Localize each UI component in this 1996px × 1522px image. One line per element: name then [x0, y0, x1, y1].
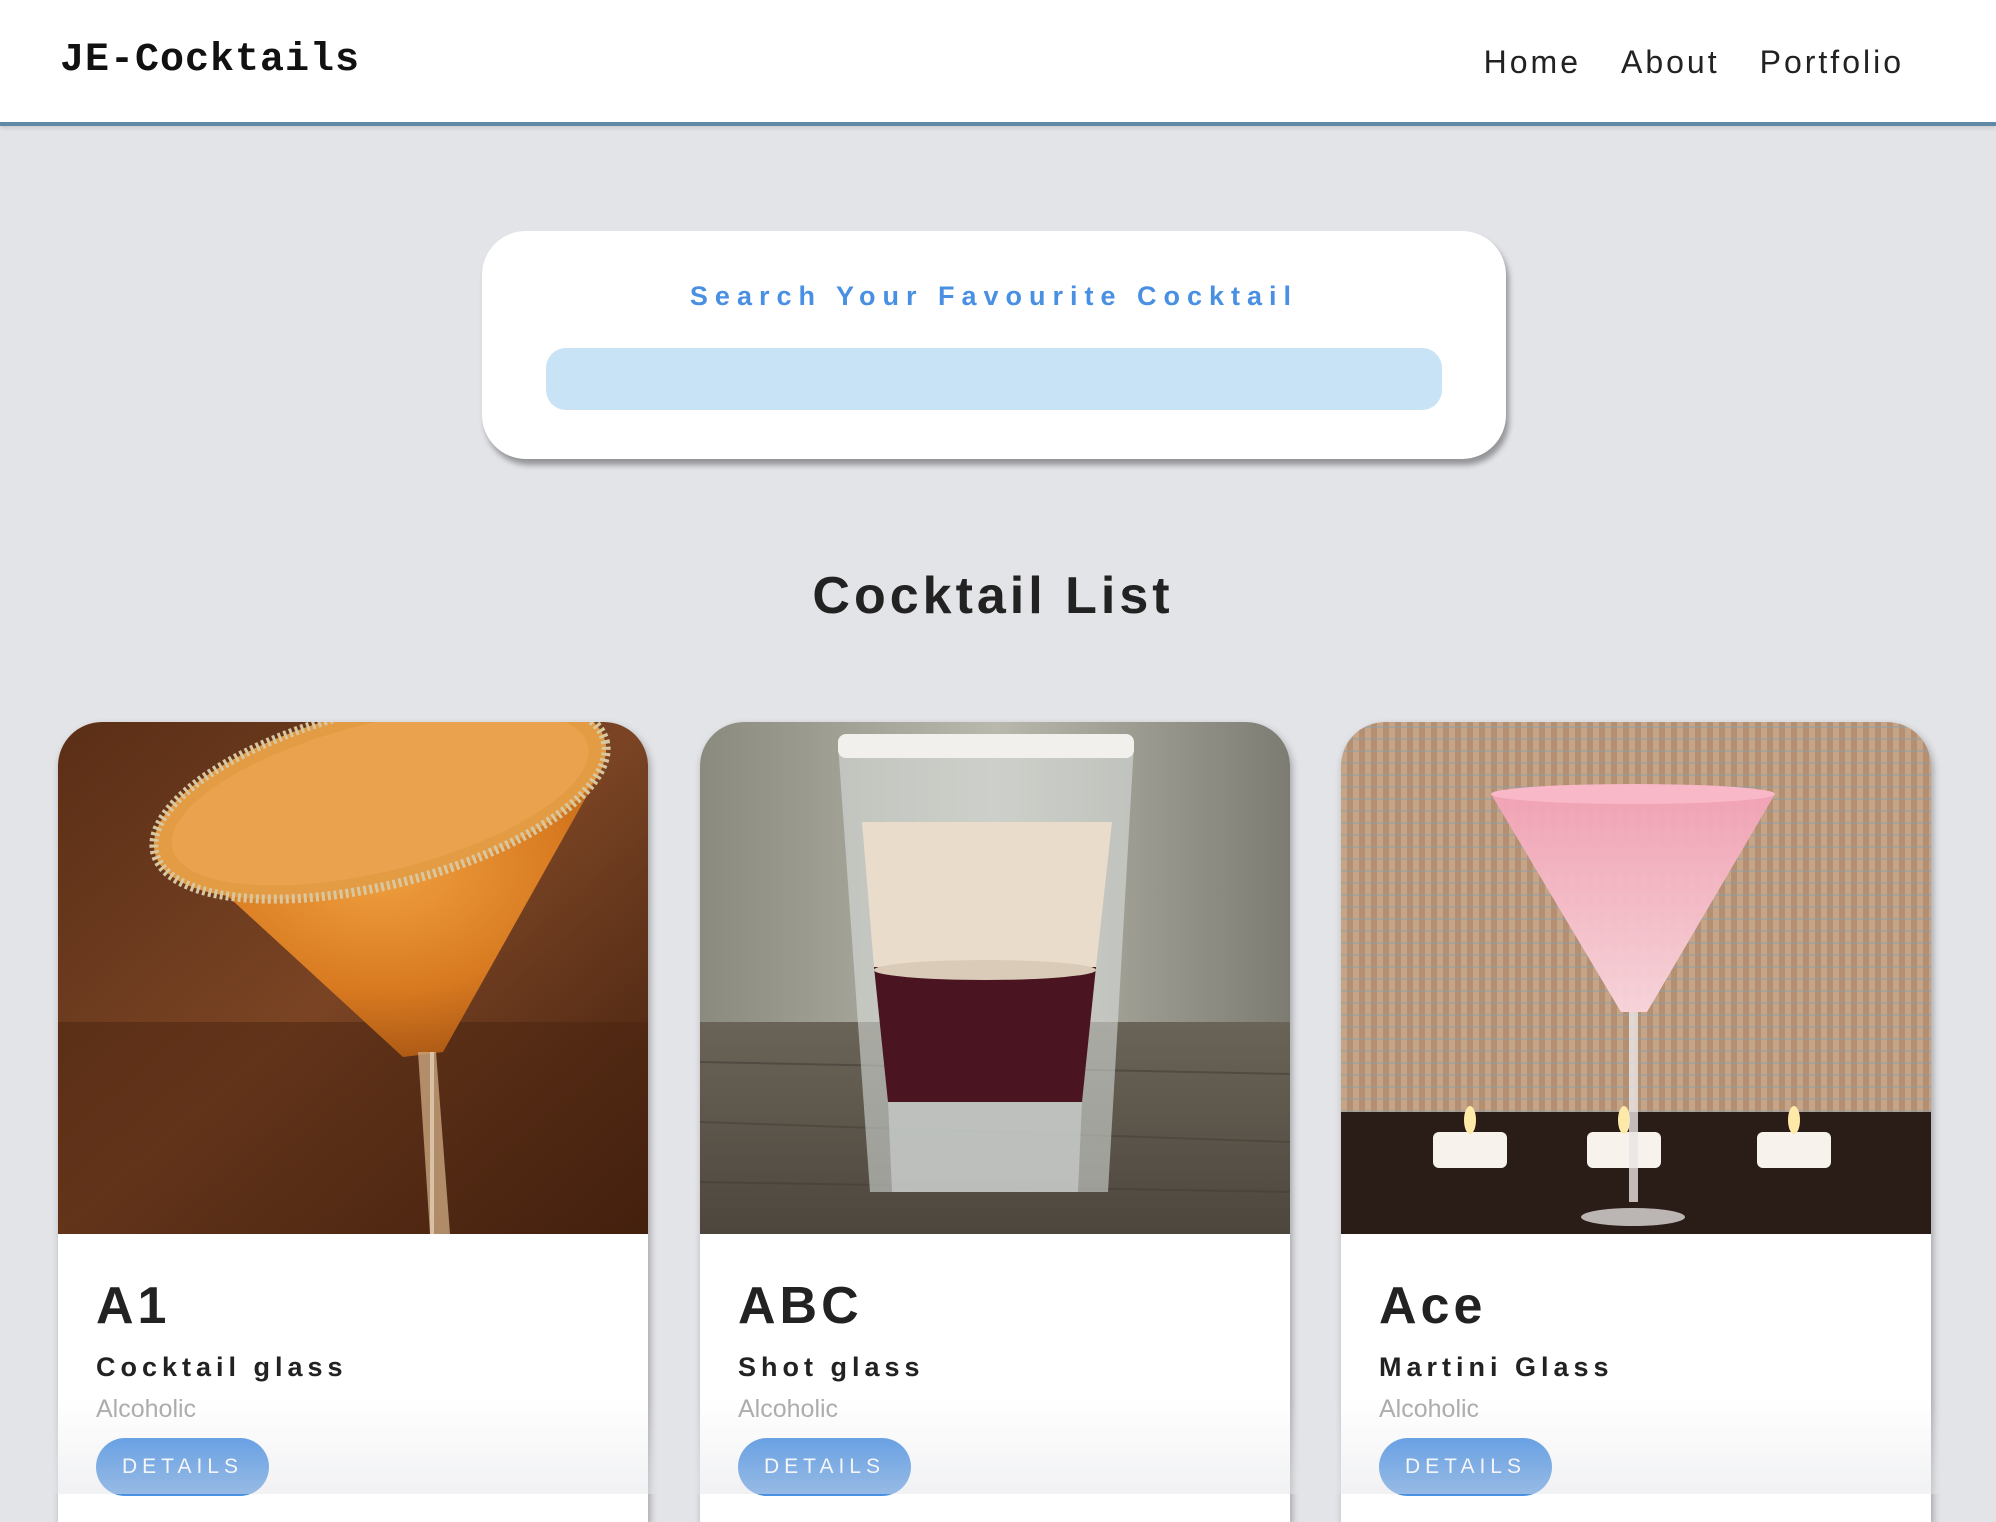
card-body: ABC Shot glass Alcoholic DETAILS	[738, 1234, 1252, 1496]
cocktail-card: A1 Cocktail glass Alcoholic DETAILS	[58, 722, 648, 1522]
card-body: Ace Martini Glass Alcoholic DETAILS	[1379, 1234, 1893, 1496]
cocktail-name: ABC	[738, 1277, 863, 1335]
cocktail-glass: Shot glass	[738, 1352, 925, 1382]
brand-logo[interactable]: JE-Cocktails	[60, 38, 360, 83]
search-input[interactable]	[546, 348, 1442, 410]
details-button[interactable]: DETAILS	[738, 1438, 911, 1496]
nav-links: Home About Portfolio	[1484, 44, 1904, 81]
search-label: Search Your Favourite Cocktail	[689, 281, 1299, 311]
layered-shot-photo	[700, 722, 1290, 1234]
search-card: Search Your Favourite Cocktail	[482, 231, 1506, 459]
pink-martini-photo	[1341, 722, 1931, 1234]
nav-link-portfolio[interactable]: Portfolio	[1760, 44, 1904, 81]
cocktail-type: Alcoholic	[1379, 1395, 1480, 1423]
cocktail-card: ABC Shot glass Alcoholic DETAILS	[700, 722, 1290, 1522]
section-title: Cocktail List	[812, 567, 1174, 625]
cocktail-glass: Martini Glass	[1379, 1352, 1614, 1382]
nav-link-about[interactable]: About	[1621, 44, 1720, 81]
card-body: A1 Cocktail glass Alcoholic DETAILS	[96, 1234, 610, 1496]
cocktail-type: Alcoholic	[738, 1395, 839, 1423]
details-button[interactable]: DETAILS	[96, 1438, 269, 1496]
orange-martini-photo	[58, 722, 648, 1234]
details-button[interactable]: DETAILS	[1379, 1438, 1552, 1496]
cocktail-type: Alcoholic	[96, 1395, 197, 1423]
navbar: JE-Cocktails Home About Portfolio	[0, 0, 1996, 126]
cocktail-card: Ace Martini Glass Alcoholic DETAILS	[1341, 722, 1931, 1522]
cocktail-name: Ace	[1379, 1277, 1487, 1335]
cocktail-glass: Cocktail glass	[96, 1352, 348, 1382]
nav-link-home[interactable]: Home	[1484, 44, 1581, 81]
cocktail-name: A1	[96, 1277, 171, 1335]
